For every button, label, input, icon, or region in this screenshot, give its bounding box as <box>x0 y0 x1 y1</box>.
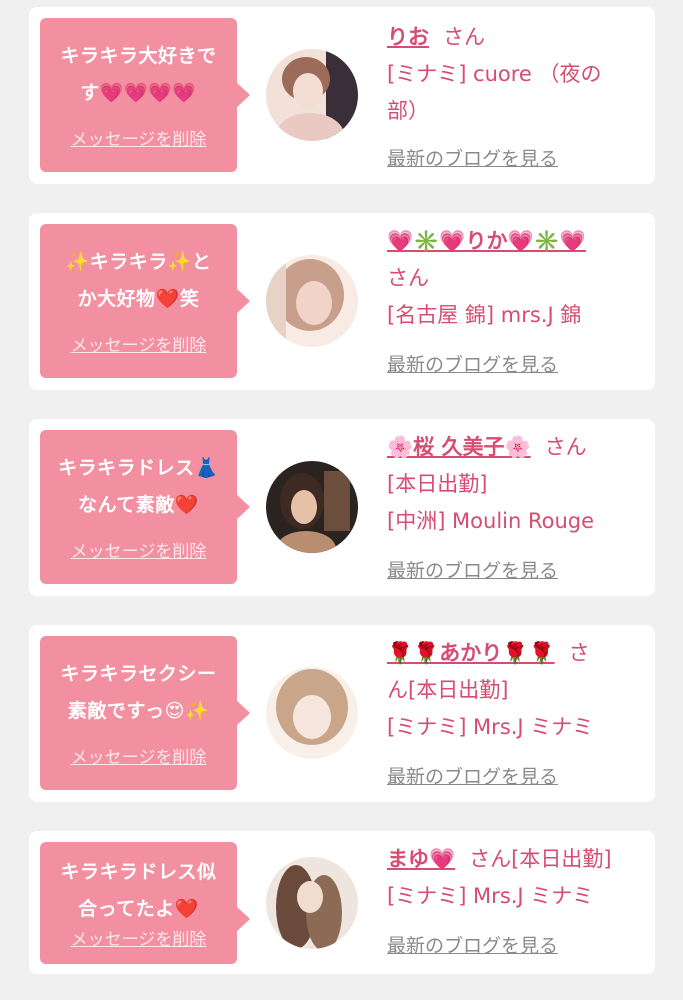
message-card: キラキラドレス👗 なんて素敵❤️ メッセージを削除 🌸桜 久美子🌸 さん [本日出… <box>29 419 655 596</box>
message-text: キラキラドレス似 合ってたよ❤️ <box>46 854 231 928</box>
delete-message-link[interactable]: メッセージを削除 <box>40 331 237 356</box>
cast-name-link[interactable]: 🌸桜 久美子🌸 <box>387 435 531 459</box>
avatar[interactable] <box>266 461 358 553</box>
cast-name-link[interactable]: まゆ💗 <box>387 847 455 871</box>
avatar[interactable] <box>266 49 358 141</box>
latest-blog-link[interactable]: 最新のブログを見る <box>387 144 558 171</box>
message-list: キラキラ大好きで す💗💗💗💗 メッセージを削除 りお さん [ミナミ] cuore… <box>0 0 683 1000</box>
avatar-photo <box>266 857 358 949</box>
message-text: ✨キラキラ✨と か大好物❤️笑 <box>46 244 231 318</box>
cast-name-row: 💗✳️💗りか💗✳️💗 <box>387 223 649 260</box>
message-line: キラキラドレス👗 <box>58 457 219 479</box>
cast-info: りお さん [ミナミ] cuore （夜の 部） <box>387 19 649 130</box>
avatar-photo <box>266 667 358 759</box>
message-card: キラキラドレス似 合ってたよ❤️ メッセージを削除 まゆ💗 さん[本日出勤] [ミ… <box>29 831 655 974</box>
delete-message-link[interactable]: メッセージを削除 <box>40 125 237 150</box>
cast-name-row: りお さん <box>387 19 649 56</box>
avatar[interactable] <box>266 857 358 949</box>
cast-info: 🌸桜 久美子🌸 さん [本日出勤] [中洲] Moulin Rouge <box>387 429 649 540</box>
cast-name-link[interactable]: 🌹🌹あかり🌹🌹 <box>387 641 555 665</box>
message-bubble: キラキラ大好きで す💗💗💗💗 メッセージを削除 <box>40 18 250 172</box>
cast-detail: [中洲] Moulin Rouge <box>387 509 595 533</box>
cast-detail: [ミナミ] Mrs.J ミナミ <box>387 884 594 908</box>
message-bubble: キラキラドレス👗 なんて素敵❤️ メッセージを削除 <box>40 430 250 584</box>
message-line: キラキラ大好きで <box>60 45 217 67</box>
message-line: か大好物❤️笑 <box>77 288 200 310</box>
delete-message-link[interactable]: メッセージを削除 <box>40 925 237 950</box>
avatar-photo <box>266 255 358 347</box>
message-card: ✨キラキラ✨と か大好物❤️笑 メッセージを削除 💗✳️💗りか💗✳️💗 さん [… <box>29 213 655 390</box>
cast-detail: [名古屋 錦] mrs.J 錦 <box>387 303 582 327</box>
message-card: キラキラ大好きで す💗💗💗💗 メッセージを削除 りお さん [ミナミ] cuore… <box>29 7 655 184</box>
cast-name-row: まゆ💗 さん[本日出勤] <box>387 841 657 878</box>
cast-detail: [ミナミ] Mrs.J ミナミ <box>387 715 594 739</box>
cast-name-row: 🌹🌹あかり🌹🌹 さ <box>387 635 649 672</box>
avatar-photo <box>266 461 358 553</box>
avatar-photo <box>266 49 358 141</box>
cast-info: まゆ💗 さん[本日出勤] [ミナミ] Mrs.J ミナミ <box>387 841 657 915</box>
honorific: さん <box>387 266 429 290</box>
message-line: キラキラセクシー <box>60 663 217 685</box>
message-line: キラキラドレス似 <box>60 861 217 883</box>
latest-blog-link[interactable]: 最新のブログを見る <box>387 350 558 377</box>
avatar[interactable] <box>266 255 358 347</box>
cast-detail: [本日出勤] <box>387 472 488 496</box>
message-card: キラキラセクシー 素敵ですっ😍✨ メッセージを削除 🌹🌹あかり🌹🌹 さ ん[本日出… <box>29 625 655 802</box>
message-line: なんて素敵❤️ <box>78 494 199 516</box>
honorific: さん <box>443 25 485 49</box>
message-line: 合ってたよ❤️ <box>78 898 199 920</box>
message-text: キラキラ大好きで す💗💗💗💗 <box>46 38 231 112</box>
latest-blog-link[interactable]: 最新のブログを見る <box>387 762 558 789</box>
message-line: 素敵ですっ😍✨ <box>67 700 210 722</box>
message-bubble: キラキラセクシー 素敵ですっ😍✨ メッセージを削除 <box>40 636 250 790</box>
cast-name-row: 🌸桜 久美子🌸 さん <box>387 429 649 466</box>
avatar[interactable] <box>266 667 358 759</box>
cast-name-link[interactable]: りお <box>387 25 429 49</box>
message-bubble: ✨キラキラ✨と か大好物❤️笑 メッセージを削除 <box>40 224 250 378</box>
latest-blog-link[interactable]: 最新のブログを見る <box>387 931 558 958</box>
cast-name-link[interactable]: 💗✳️💗りか💗✳️💗 <box>387 229 586 253</box>
honorific: さん[本日出勤] <box>469 847 612 871</box>
cast-info: 💗✳️💗りか💗✳️💗 さん [名古屋 錦] mrs.J 錦 <box>387 223 649 334</box>
honorific: さ <box>568 641 590 665</box>
delete-message-link[interactable]: メッセージを削除 <box>40 537 237 562</box>
message-text: キラキラセクシー 素敵ですっ😍✨ <box>46 656 231 730</box>
latest-blog-link[interactable]: 最新のブログを見る <box>387 556 558 583</box>
honorific: さん <box>544 435 587 459</box>
message-text: キラキラドレス👗 なんて素敵❤️ <box>46 450 231 524</box>
cast-detail: [ミナミ] cuore （夜の <box>387 62 602 86</box>
cast-detail: ん[本日出勤] <box>387 678 509 702</box>
cast-info: 🌹🌹あかり🌹🌹 さ ん[本日出勤] [ミナミ] Mrs.J ミナミ <box>387 635 649 746</box>
cast-detail: 部） <box>387 99 429 123</box>
message-line: す💗💗💗💗 <box>80 82 197 104</box>
message-bubble: キラキラドレス似 合ってたよ❤️ メッセージを削除 <box>40 842 250 964</box>
message-line: ✨キラキラ✨と <box>65 251 212 273</box>
delete-message-link[interactable]: メッセージを削除 <box>40 743 237 768</box>
